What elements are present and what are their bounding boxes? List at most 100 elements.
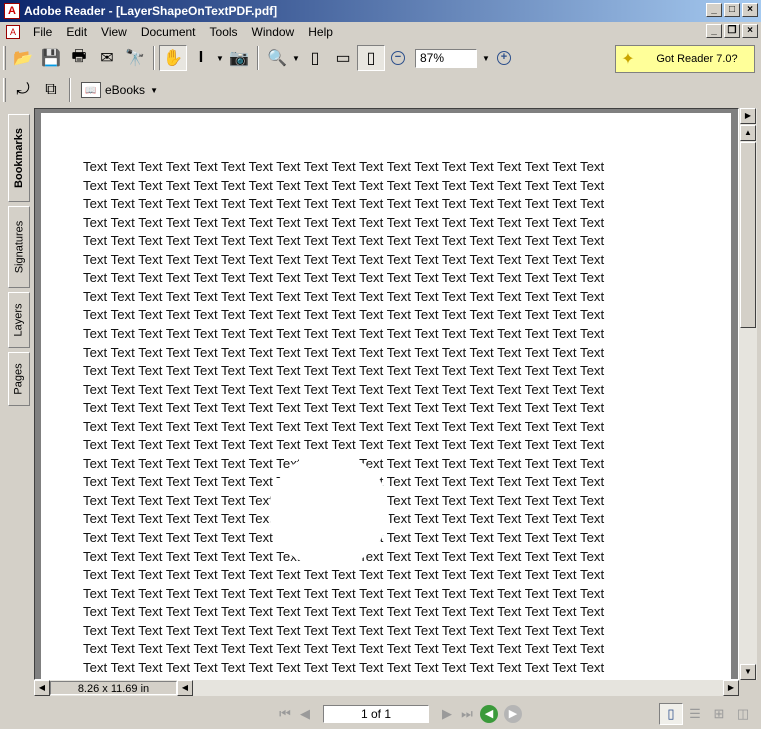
text-line: Text Text Text Text Text Text Text Text … <box>83 159 605 174</box>
tab-pages[interactable]: Pages <box>8 352 30 406</box>
menu-file[interactable]: File <box>26 25 59 39</box>
menu-tools[interactable]: Tools <box>203 25 245 39</box>
menu-document[interactable]: Document <box>134 25 203 39</box>
text-line: Text Text Text Text Text Text Text Text … <box>83 567 605 583</box>
document-view[interactable]: Text Text Text Text Text Text Text Text … <box>34 108 739 680</box>
toolbar-separator <box>153 46 155 70</box>
text-line: Text Text Text Text Text Text Text Text … <box>83 641 605 657</box>
single-page-layout-icon[interactable]: ▯ <box>659 702 683 725</box>
tab-pages-label: Pages <box>13 363 26 395</box>
tab-layers-label: Layers <box>13 303 25 337</box>
text-line: Text Text Text Text Text Text Text Text … <box>83 177 605 193</box>
menu-help[interactable]: Help <box>301 25 340 39</box>
hand-tool-icon[interactable]: ✋ <box>159 45 187 71</box>
zoom-out-icon[interactable]: − <box>391 51 405 65</box>
white-shape-layer <box>269 453 389 568</box>
close-button[interactable]: × <box>742 3 758 17</box>
zoom-in-plus-icon[interactable]: + <box>497 51 511 65</box>
toolbar-separator <box>69 78 71 102</box>
page-size-indicator: 8.26 x 11.69 in <box>50 681 177 695</box>
got-reader-button[interactable]: ✦ Got Reader 7.0? <box>615 45 755 73</box>
minimize-button[interactable]: _ <box>706 3 722 17</box>
continuous-facing-layout-icon[interactable]: ⊞ <box>707 703 731 725</box>
doc-restore-button[interactable]: ❐ <box>724 24 740 38</box>
maximize-button[interactable]: □ <box>724 3 740 17</box>
next-page-icon[interactable]: ▶ <box>437 704 457 724</box>
zoom-dropdown-icon[interactable]: ▼ <box>291 54 301 63</box>
page-number-field[interactable]: 1 of 1 <box>323 704 429 723</box>
next-page-arrow-icon[interactable]: ▶ <box>740 108 756 124</box>
window-title: Adobe Reader - [LayerShapeOnTextPDF.pdf] <box>24 4 278 18</box>
doc-minimize-button[interactable]: _ <box>706 24 722 38</box>
search-icon[interactable]: 🔭 <box>121 45 149 71</box>
text-line: Text Text Text Text Text Text Text Text … <box>83 307 605 323</box>
ebooks-label: eBooks <box>105 83 146 97</box>
document-icon[interactable]: A <box>6 24 20 39</box>
text-line: Text Text Text Text Text Text Text Text … <box>83 233 605 249</box>
vertical-scroll-thumb[interactable] <box>740 142 756 328</box>
vertical-scrollbar[interactable]: ▶ ▲ ▼ <box>739 108 757 680</box>
ebooks-button[interactable]: 📖 eBooks ▼ <box>75 82 165 98</box>
scroll-left-icon[interactable]: ◀ <box>34 680 50 696</box>
tab-bookmarks[interactable]: Bookmarks <box>8 114 30 202</box>
text-line: Text Text Text Text Text Text Text Text … <box>83 622 605 638</box>
copy-icon[interactable]: ⧉ <box>37 77 65 103</box>
document-window-controls: _ ❐ × <box>706 24 758 38</box>
text-line: Text Text Text Text Text Text Text Text … <box>83 270 605 286</box>
main-toolbar: 📂 💾 🖶 ✉ 🔭 ✋ I ▼ 📷 🔍 ▼ ▯ ▭ ▯ − 87% ▼ + ✦ … <box>0 42 761 74</box>
select-text-icon[interactable]: I <box>187 45 215 71</box>
save-icon[interactable]: 💾 <box>37 45 65 71</box>
zoom-in-icon[interactable]: 🔍 <box>263 45 291 71</box>
got-reader-label: Got Reader 7.0? <box>656 53 738 65</box>
text-line: Text Text Text Text Text Text Text Text … <box>83 659 605 675</box>
status-bar: ⏮ ◀ 1 of 1 ▶ ⏭ ◀ ▶ ▯ ☰ ⊞ ◫ <box>0 698 761 729</box>
navigation-panel: Bookmarks Signatures Layers Pages <box>0 108 34 695</box>
text-line: Text Text Text Text Text Text Text Text … <box>83 363 605 379</box>
previous-page-icon[interactable]: ◀ <box>295 704 315 724</box>
menu-bar: A File Edit View Document Tools Window H… <box>0 22 761 41</box>
scroll-left-small-icon[interactable]: ◀ <box>177 680 193 696</box>
text-line: Text Text Text Text Text Text Text Text … <box>83 400 605 416</box>
ebooks-dropdown-icon[interactable]: ▼ <box>149 86 159 95</box>
facing-layout-icon[interactable]: ◫ <box>731 703 755 725</box>
first-page-icon[interactable]: ⏮ <box>275 704 295 724</box>
text-line: Text Text Text Text Text Text Text Text … <box>83 196 605 212</box>
adobe-icon: A <box>4 3 20 19</box>
doc-close-button[interactable]: × <box>742 24 758 38</box>
horizontal-scrollbar[interactable]: ◀ 8.26 x 11.69 in ◀ ▶ <box>34 680 739 696</box>
tab-layers[interactable]: Layers <box>8 292 30 348</box>
scroll-right-icon[interactable]: ▶ <box>723 680 739 696</box>
star-icon: ✦ <box>621 51 635 68</box>
menu-window[interactable]: Window <box>245 25 302 39</box>
snapshot-icon[interactable]: 📷 <box>225 45 253 71</box>
text-line: Text Text Text Text Text Text Text Text … <box>83 325 605 341</box>
text-line: Text Text Text Text Text Text Text Text … <box>83 585 605 601</box>
toolbar-grip[interactable] <box>3 78 6 102</box>
actual-size-icon[interactable]: ▯ <box>301 45 329 71</box>
text-line: Text Text Text Text Text Text Text Text … <box>83 381 605 397</box>
zoom-level-dropdown-icon[interactable]: ▼ <box>481 54 491 63</box>
fit-width-icon[interactable]: ▯ <box>357 45 385 71</box>
fit-page-icon[interactable]: ▭ <box>329 45 357 71</box>
scroll-down-icon[interactable]: ▼ <box>740 664 756 680</box>
continuous-layout-icon[interactable]: ☰ <box>683 703 707 725</box>
select-dropdown-icon[interactable]: ▼ <box>215 54 225 63</box>
pdf-page: Text Text Text Text Text Text Text Text … <box>41 113 731 679</box>
open-icon[interactable]: 📂 <box>9 45 37 71</box>
menu-edit[interactable]: Edit <box>59 25 94 39</box>
tab-bookmarks-label: Bookmarks <box>13 128 26 188</box>
scroll-up-icon[interactable]: ▲ <box>740 125 756 141</box>
tab-signatures[interactable]: Signatures <box>8 206 30 288</box>
go-back-icon[interactable]: ◀ <box>480 704 498 723</box>
text-line: Text Text Text Text Text Text Text Text … <box>83 214 605 230</box>
print-icon[interactable]: 🖶 <box>65 45 93 71</box>
email-icon[interactable]: ✉ <box>93 45 121 71</box>
window-controls: _ □ × <box>706 3 758 17</box>
menu-view[interactable]: View <box>94 25 134 39</box>
rotate-icon[interactable]: ⤾ <box>9 77 37 103</box>
toolbar-grip[interactable] <box>3 46 6 70</box>
go-forward-icon[interactable]: ▶ <box>504 704 522 723</box>
zoom-field[interactable]: 87% <box>415 48 477 68</box>
text-line: Text Text Text Text Text Text Text Text … <box>83 288 605 304</box>
last-page-icon[interactable]: ⏭ <box>457 704 477 724</box>
